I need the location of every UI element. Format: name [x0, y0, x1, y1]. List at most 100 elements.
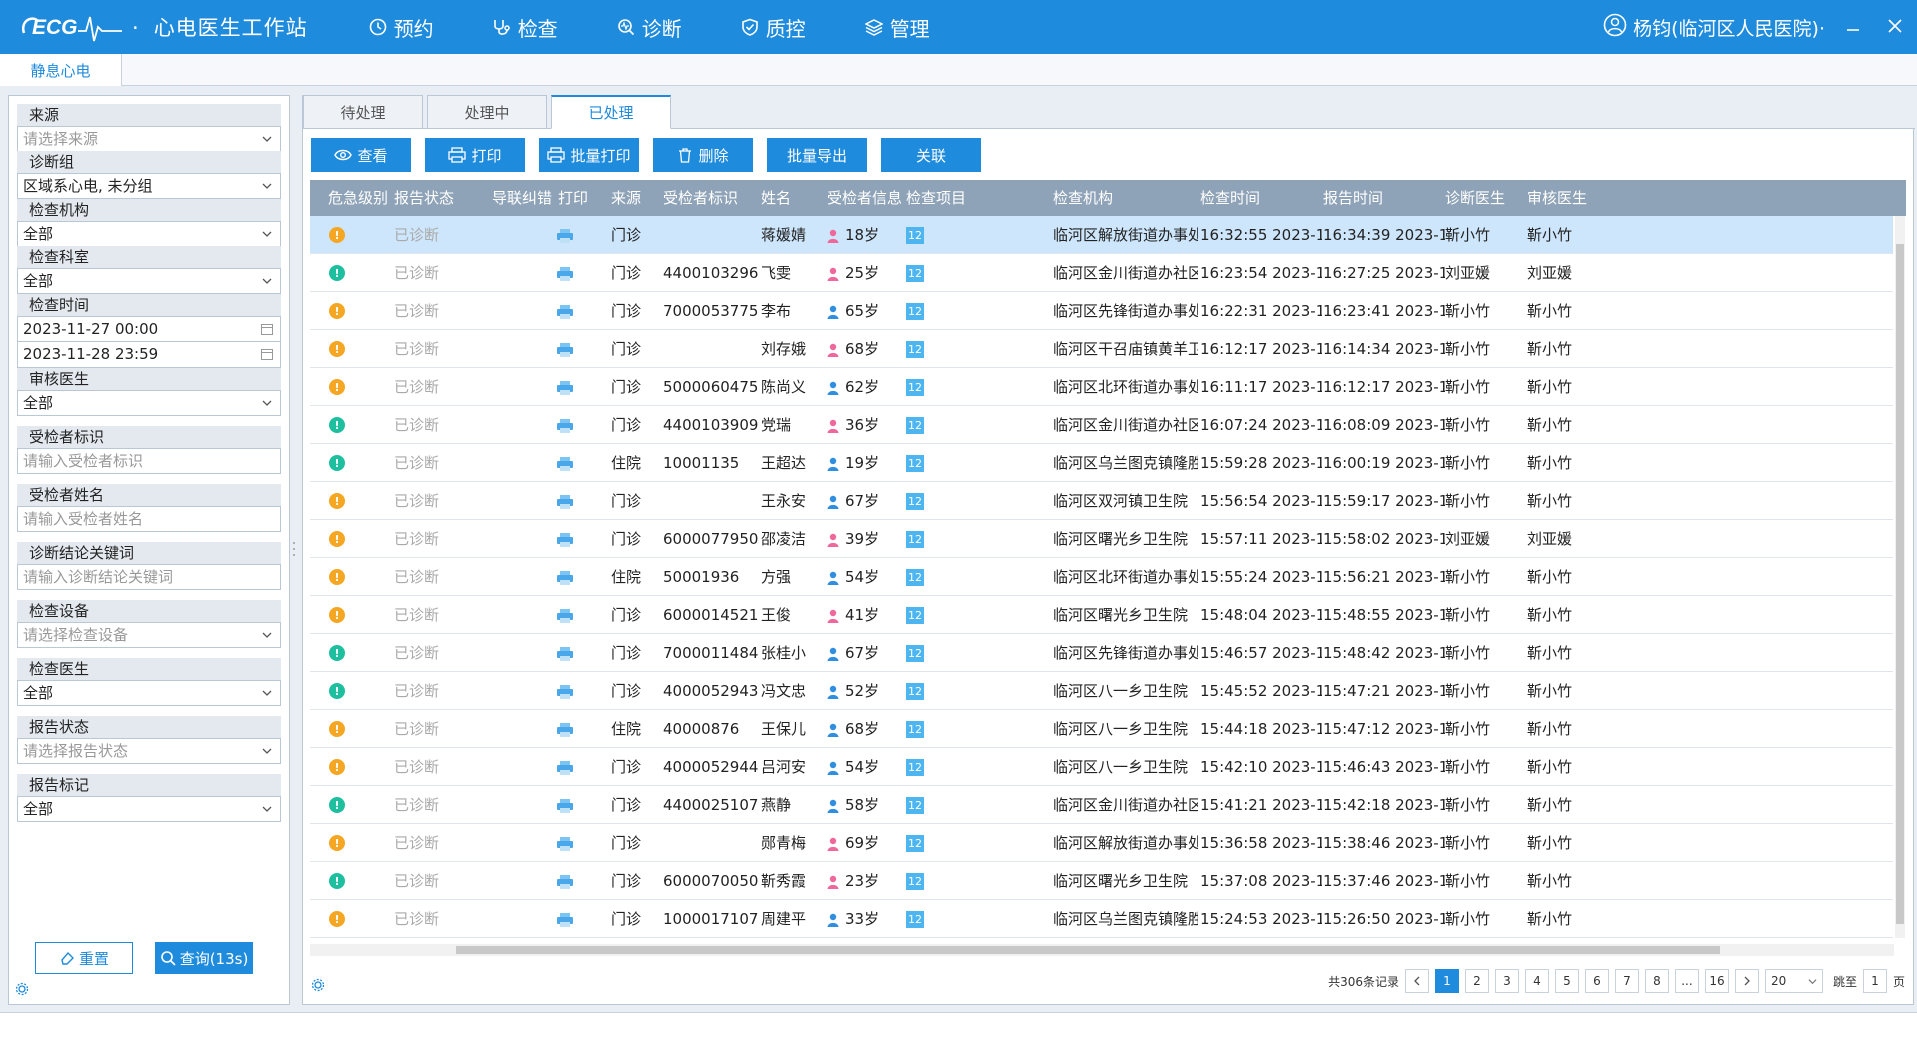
source-select[interactable]: 请选择来源 — [17, 126, 281, 152]
col-header[interactable]: 报告状态 — [394, 180, 454, 216]
report-mark-select[interactable]: 全部 — [17, 796, 281, 822]
col-header[interactable]: 危急级别 — [328, 180, 388, 216]
tab-resting-ecg[interactable]: 静息心电 — [0, 54, 122, 86]
table-row[interactable]: !已诊断门诊4400025107燕静58岁12临河区金川街道办社区...15:4… — [310, 786, 1893, 824]
printer-icon[interactable] — [556, 380, 574, 396]
tab-processing[interactable]: 处理中 — [427, 95, 547, 129]
table-row[interactable]: ! 已诊断 门诊 6000014521 王俊 41岁 12 临河区曙光乡卫生院 15:48:04… — [310, 596, 1893, 634]
prev-page-button[interactable] — [1404, 969, 1429, 993]
col-header[interactable]: 受检者标识 — [663, 180, 738, 216]
page-button[interactable]: 1 — [1434, 969, 1459, 993]
table-row[interactable]: ! 已诊断 门诊 蒋媛婧 18岁 12 临河区解放街道办事处...16:32:55 2023… — [310, 216, 1893, 254]
col-header[interactable]: 受检者信息 — [827, 180, 902, 216]
table-row[interactable]: !已诊断门诊5000060475陈尚义62岁12临河区北环街道办事处...16:… — [310, 368, 1893, 406]
page-button[interactable]: 16 — [1704, 969, 1729, 993]
nav-management[interactable]: 管理 — [864, 13, 930, 42]
gear-icon[interactable] — [311, 978, 325, 992]
device-select[interactable]: 请选择检查设备 — [17, 622, 281, 648]
printer-icon[interactable] — [556, 228, 574, 244]
department-select[interactable]: 全部 — [17, 268, 281, 294]
table-row[interactable]: !已诊断门诊4400103296飞雯25岁12临河区金川街道办社区...16:2… — [310, 254, 1893, 292]
page-ellipsis[interactable]: ... — [1674, 969, 1699, 993]
printer-icon[interactable] — [556, 418, 574, 434]
table-row[interactable]: !已诊断门诊4400103909党瑞36岁12临河区金川街道办社区...16:0… — [310, 406, 1893, 444]
minimize-button[interactable] — [1841, 14, 1865, 38]
printer-icon[interactable] — [556, 608, 574, 624]
scroll-thumb[interactable] — [1896, 244, 1904, 924]
table-row[interactable]: ! 已诊断 门诊 6000077950 邵凌洁 39岁 12 临河区曙光乡卫生院 15:57:1… — [310, 520, 1893, 558]
col-header[interactable]: 打印 — [558, 180, 588, 216]
col-header[interactable]: 报告时间 — [1323, 180, 1383, 216]
col-header[interactable]: 检查时间 — [1200, 180, 1260, 216]
keyword-input[interactable]: 请输入诊断结论关键词 — [17, 564, 281, 590]
next-page-button[interactable] — [1734, 969, 1759, 993]
printer-icon[interactable] — [556, 760, 574, 776]
nav-quality-control[interactable]: 质控 — [740, 13, 806, 42]
printer-icon[interactable] — [556, 798, 574, 814]
gear-icon[interactable] — [15, 982, 29, 996]
page-button[interactable]: 5 — [1554, 969, 1579, 993]
printer-icon[interactable] — [556, 456, 574, 472]
link-button[interactable]: 关联 — [881, 138, 981, 172]
jump-page-input[interactable]: 1 — [1862, 969, 1887, 993]
nav-appointment[interactable]: 预约 — [368, 13, 434, 42]
table-row[interactable]: ! 已诊断 住院 40000876 王保儿 68岁 12 临河区八一乡卫生院 15:44:18 … — [310, 710, 1893, 748]
table-row[interactable]: !已诊断门诊7000011484张桂小67岁12临河区先锋街道办事处...15:… — [310, 634, 1893, 672]
vertical-scrollbar[interactable] — [1895, 216, 1905, 938]
batch-print-button[interactable]: 批量打印 — [539, 138, 639, 172]
table-row[interactable]: ! 已诊断 住院 50001936 方强 54岁 12 临河区北环街道办事处...15:55:… — [310, 558, 1893, 596]
table-row[interactable]: ! 已诊断 门诊 王永安 67岁 12 临河区双河镇卫生院 15:56:54 2023-11.… — [310, 482, 1893, 520]
page-size-select[interactable]: 20 — [1764, 969, 1823, 993]
printer-icon[interactable] — [556, 836, 574, 852]
tab-processed[interactable]: 已处理 — [551, 95, 671, 129]
printer-icon[interactable] — [556, 874, 574, 890]
page-button[interactable]: 4 — [1524, 969, 1549, 993]
start-time-input[interactable]: 2023-11-27 00:00 — [17, 316, 281, 342]
printer-icon[interactable] — [556, 266, 574, 282]
printer-icon[interactable] — [556, 494, 574, 510]
col-header[interactable]: 检查项目 — [906, 180, 966, 216]
col-header[interactable]: 导联纠错 — [492, 180, 552, 216]
tab-pending[interactable]: 待处理 — [303, 95, 423, 129]
group-select[interactable]: 区域系心电, 未分组 — [17, 173, 281, 199]
batch-export-button[interactable]: 批量导出 — [767, 138, 867, 172]
delete-button[interactable]: 删除 — [653, 138, 753, 172]
report-status-select[interactable]: 请选择报告状态 — [17, 738, 281, 764]
col-header[interactable]: 姓名 — [761, 180, 791, 216]
reviewer-select[interactable]: 全部 — [17, 390, 281, 416]
printer-icon[interactable] — [556, 646, 574, 662]
page-button[interactable]: 7 — [1614, 969, 1639, 993]
print-button[interactable]: 打印 — [425, 138, 525, 172]
table-row[interactable]: ! 已诊断 住院 10001135 王超达 19岁 12 临河区乌兰图克镇隆胜...15:59… — [310, 444, 1893, 482]
printer-icon[interactable] — [556, 912, 574, 928]
table-row[interactable]: ! 已诊断 门诊 6000070050 靳秀霞 23岁 12 临河区曙光乡卫生院 15:37:0… — [310, 862, 1893, 900]
printer-icon[interactable] — [556, 684, 574, 700]
exam-doctor-select[interactable]: 全部 — [17, 680, 281, 706]
panel-splitter[interactable] — [292, 540, 296, 558]
table-row[interactable]: !已诊断门诊1000017107周建平33岁12临河区乌兰图克镇隆胜...15:… — [310, 900, 1893, 938]
scroll-thumb[interactable] — [456, 946, 1720, 954]
printer-icon[interactable] — [556, 304, 574, 320]
view-button[interactable]: 查看 — [311, 138, 411, 172]
page-button[interactable]: 2 — [1464, 969, 1489, 993]
table-row[interactable]: ! 已诊断 门诊 郧青梅 69岁 12 临河区解放街道办事处...15:36:58 2023… — [310, 824, 1893, 862]
patient-id-input[interactable]: 请输入受检者标识 — [17, 448, 281, 474]
printer-icon[interactable] — [556, 342, 574, 358]
printer-icon[interactable] — [556, 722, 574, 738]
institution-select[interactable]: 全部 — [17, 221, 281, 247]
col-header[interactable]: 检查机构 — [1053, 180, 1113, 216]
patient-name-input[interactable]: 请输入受检者姓名 — [17, 506, 281, 532]
close-button[interactable] — [1883, 14, 1907, 38]
col-header[interactable]: 审核医生 — [1527, 180, 1587, 216]
table-row[interactable]: ! 已诊断 门诊 4000052944 吕河安 54岁 12 临河区八一乡卫生院 15:42:1… — [310, 748, 1893, 786]
reset-button[interactable]: 重置 — [35, 942, 133, 974]
table-row[interactable]: ! 已诊断 门诊 4000052943 冯文忠 52岁 12 临河区八一乡卫生院 15:45:5… — [310, 672, 1893, 710]
col-header[interactable]: 来源 — [611, 180, 641, 216]
page-button[interactable]: 3 — [1494, 969, 1519, 993]
nav-diagnosis[interactable]: 诊断 — [616, 13, 682, 42]
table-row[interactable]: !已诊断门诊7000053775李布65岁12临河区先锋街道办事处...16:2… — [310, 292, 1893, 330]
printer-icon[interactable] — [556, 532, 574, 548]
printer-icon[interactable] — [556, 570, 574, 586]
user-menu[interactable]: 杨钧(临河区人民医院)· — [1603, 13, 1825, 42]
col-header[interactable]: 诊断医生 — [1445, 180, 1505, 216]
